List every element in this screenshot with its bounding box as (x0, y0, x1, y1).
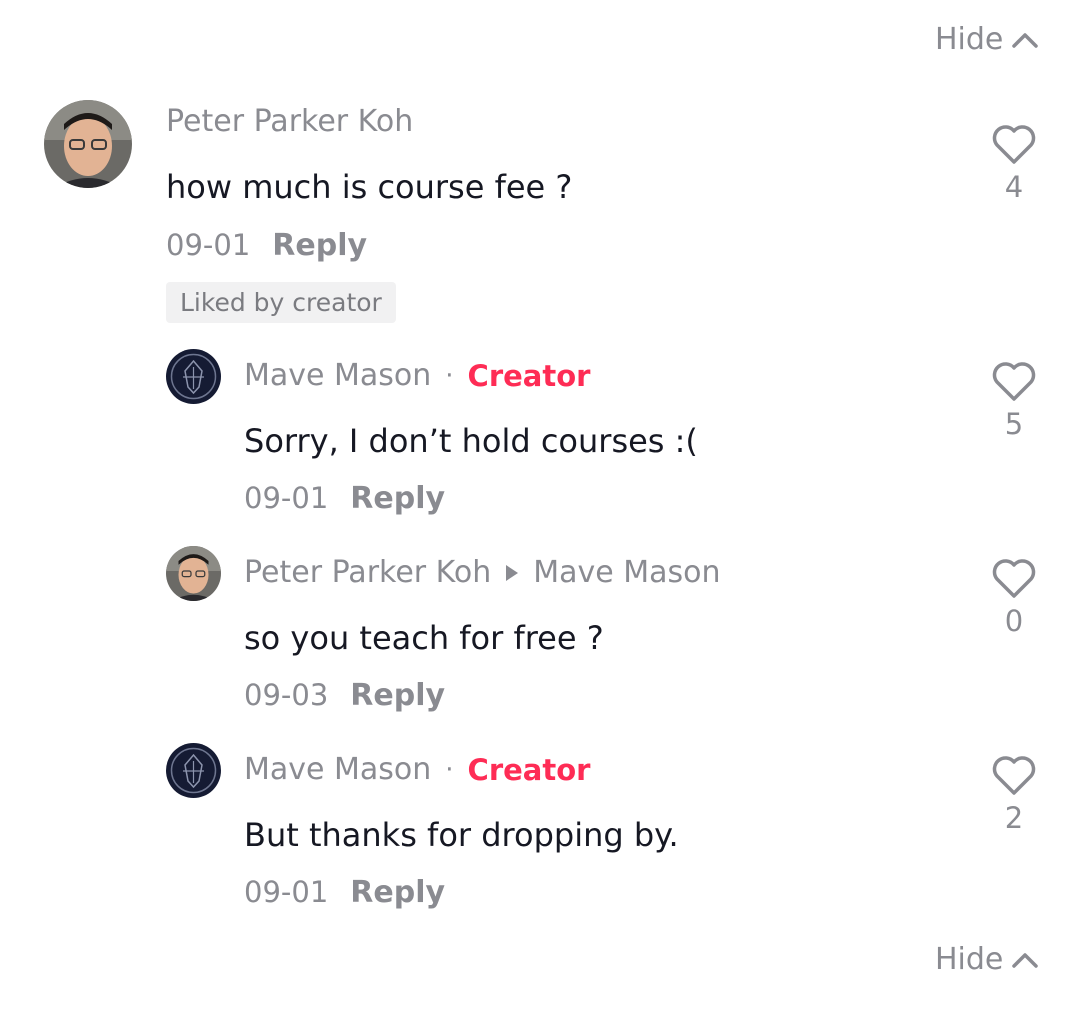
like-button[interactable]: 5 (984, 361, 1044, 441)
like-count: 4 (1004, 170, 1024, 204)
creator-tag: Creator (467, 752, 591, 787)
reply-date: 09-01 (244, 481, 329, 515)
play-arrow-icon (505, 564, 519, 582)
heart-outline-icon (992, 362, 1036, 401)
person-photo-icon (44, 100, 132, 188)
comment-meta: 09-01 Reply (166, 228, 367, 263)
reply-to-author[interactable]: Mave Mason (533, 555, 720, 590)
heart-outline-icon (992, 125, 1036, 164)
person-photo-icon (166, 546, 221, 601)
hide-label: Hide (935, 22, 1004, 57)
reply-author[interactable]: Mave Mason (244, 358, 431, 393)
reply-button[interactable]: Reply (350, 481, 445, 516)
chevron-up-icon (1012, 32, 1039, 48)
reply-author-row: Peter Parker Koh Mave Mason (244, 555, 721, 590)
reply-author[interactable]: Mave Mason (244, 752, 431, 787)
heart-outline-icon (992, 756, 1036, 795)
separator-dot: · (445, 754, 454, 785)
reply-button[interactable]: Reply (350, 678, 445, 713)
reply-text: But thanks for dropping by. (244, 816, 679, 854)
like-count: 5 (1004, 407, 1024, 441)
like-count: 2 (1004, 801, 1024, 835)
reply-button[interactable]: Reply (350, 875, 445, 910)
liked-by-creator-badge: Liked by creator (166, 282, 396, 323)
like-button[interactable]: 4 (984, 124, 1044, 204)
reply-date: 09-01 (244, 875, 329, 909)
reply-meta: 09-01 Reply (244, 481, 445, 516)
emblem-avatar-icon (166, 743, 221, 798)
avatar[interactable] (44, 100, 132, 188)
reply-button[interactable]: Reply (272, 228, 367, 263)
comment-text: how much is course fee ? (166, 168, 573, 206)
reply-meta: 09-01 Reply (244, 875, 445, 910)
separator-dot: · (445, 360, 454, 391)
reply-author[interactable]: Peter Parker Koh (244, 555, 491, 590)
reply-author-row: Mave Mason · Creator (244, 358, 590, 393)
avatar[interactable] (166, 546, 221, 601)
avatar[interactable] (166, 743, 221, 798)
hide-label: Hide (935, 942, 1004, 977)
hide-replies-bottom-button[interactable]: Hide (935, 942, 1041, 977)
reply-author-row: Mave Mason · Creator (244, 752, 590, 787)
hide-replies-top-button[interactable]: Hide (935, 22, 1041, 57)
avatar[interactable] (166, 349, 221, 404)
reply-meta: 09-03 Reply (244, 678, 445, 713)
like-button[interactable]: 0 (984, 558, 1044, 638)
comment-date: 09-01 (166, 228, 251, 262)
like-button[interactable]: 2 (984, 755, 1044, 835)
reply-text: so you teach for free ? (244, 619, 604, 657)
heart-outline-icon (992, 559, 1036, 598)
like-count: 0 (1004, 604, 1024, 638)
reply-date: 09-03 (244, 678, 329, 712)
chevron-up-icon (1012, 952, 1039, 968)
reply-text: Sorry, I don’t hold courses :( (244, 422, 698, 460)
emblem-avatar-icon (166, 349, 221, 404)
creator-tag: Creator (467, 358, 591, 393)
comment-author[interactable]: Peter Parker Koh (166, 104, 413, 139)
